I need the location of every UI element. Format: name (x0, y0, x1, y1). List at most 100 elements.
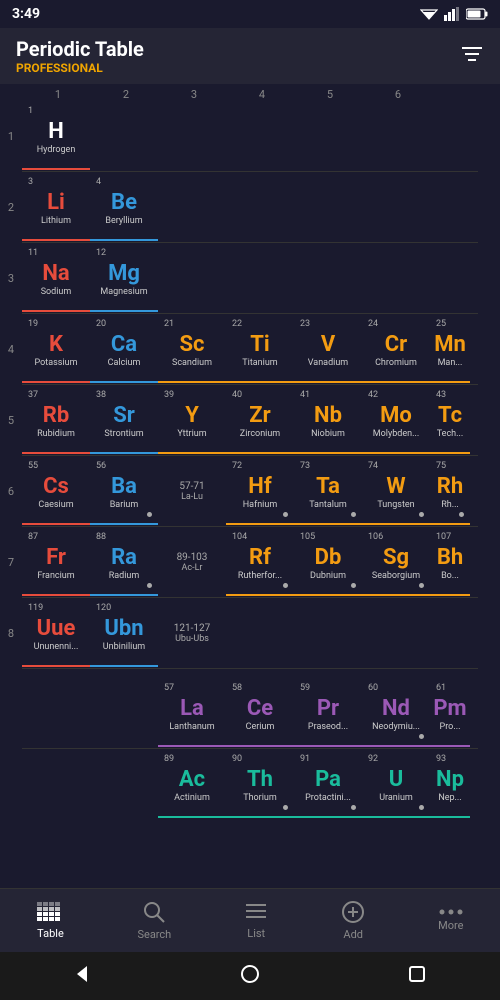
element-Ca[interactable]: 20 Ca Calcium (90, 315, 158, 383)
list-nav-icon (244, 901, 268, 923)
actinide-cells: 89 Ac Actinium 90 Th Thorium 91 Pa Prota… (158, 750, 500, 818)
row-num-8: 8 (0, 627, 22, 640)
period-row-6: 6 55 Cs Caesium 56 Ba Barium 57-71 La-Lu… (0, 457, 500, 525)
dot-Rh (459, 512, 464, 517)
element-Th[interactable]: 90 Th Thorium (226, 750, 294, 818)
actinide-span: 89-103 Ac-Lr (158, 528, 226, 596)
element-Pr[interactable]: 59 Pr Praseod... (294, 679, 362, 747)
nav-add-label: Add (343, 928, 363, 941)
battery-icon (466, 8, 488, 20)
element-Pm[interactable]: 61 Pm Pro... (430, 679, 470, 747)
element-Sg[interactable]: 106 Sg Seaborgium (362, 528, 430, 596)
dot-Ta (351, 512, 356, 517)
dot-W (419, 512, 424, 517)
element-Tc[interactable]: 43 Tc Tech... (430, 386, 470, 454)
filter-button[interactable] (460, 44, 484, 69)
nav-list[interactable]: List (244, 901, 268, 940)
more-nav-icon (439, 909, 463, 915)
element-Na[interactable]: 11 Na Sodium (22, 244, 90, 312)
element-Ubn[interactable]: 120 Ubn Unbinilium (90, 599, 158, 667)
element-Ti[interactable]: 22 Ti Titanium (226, 315, 294, 383)
nav-search[interactable]: Search (137, 900, 171, 941)
col-6: 6 (364, 88, 432, 101)
element-Rb[interactable]: 37 Rb Rubidium (22, 386, 90, 454)
element-Uue[interactable]: 119 Uue Ununenni... (22, 599, 90, 667)
element-Ba[interactable]: 56 Ba Barium (90, 457, 158, 525)
row-cells-3: 11 Na Sodium 12 Mg Magnesium (22, 244, 500, 312)
home-button[interactable] (240, 964, 260, 989)
element-V[interactable]: 23 V Vanadium (294, 315, 362, 383)
col-1: 1 (24, 88, 92, 101)
row-num-3: 3 (0, 272, 22, 285)
element-Mo[interactable]: 42 Mo Molybden... (362, 386, 430, 454)
status-bar: 3:49 (0, 0, 500, 28)
element-Rh[interactable]: 75 Rh Rh... (430, 457, 470, 525)
row-cells-6: 55 Cs Caesium 56 Ba Barium 57-71 La-Lu 7… (22, 457, 500, 525)
column-headers: 1 2 3 4 5 6 (22, 88, 500, 101)
app-title-block: Periodic Table PROFESSIONAL (16, 37, 144, 75)
element-Mg[interactable]: 12 Mg Magnesium (90, 244, 158, 312)
row-num-7: 7 (0, 556, 22, 569)
element-Pa[interactable]: 91 Pa Protactini... (294, 750, 362, 818)
element-Nb[interactable]: 41 Nb Niobium (294, 386, 362, 454)
lanthanide-cells: 57 La Lanthanum 58 Ce Cerium 59 Pr Prase… (158, 679, 500, 747)
back-button[interactable] (73, 964, 93, 989)
element-Sc[interactable]: 21 Sc Scandium (158, 315, 226, 383)
dot-Ba (147, 512, 152, 517)
element-K[interactable]: 19 K Potassium (22, 315, 90, 383)
element-Y[interactable]: 39 Y Yttrium (158, 386, 226, 454)
element-Ce[interactable]: 58 Ce Cerium (226, 679, 294, 747)
element-Ra[interactable]: 88 Ra Radium (90, 528, 158, 596)
row-cells-8: 119 Uue Ununenni... 120 Ubn Unbinilium 1… (22, 599, 500, 667)
nav-more-label: More (438, 919, 463, 932)
element-Ac[interactable]: 89 Ac Actinium (158, 750, 226, 818)
element-Rf[interactable]: 104 Rf Rutherfor... (226, 528, 294, 596)
period-row-3: 3 11 Na Sodium 12 Mg Magnesium (0, 244, 500, 312)
element-Db[interactable]: 105 Db Dubnium (294, 528, 362, 596)
element-Nd[interactable]: 60 Nd Neodymiu... (362, 679, 430, 747)
element-Bh[interactable]: 107 Bh Bo... (430, 528, 470, 596)
element-La[interactable]: 57 La Lanthanum (158, 679, 226, 747)
actinide-row: 89 Ac Actinium 90 Th Thorium 91 Pa Prota… (0, 750, 500, 818)
element-Np[interactable]: 93 Np Nep... (430, 750, 470, 818)
nav-table[interactable]: Table (36, 901, 64, 940)
row-cells-4: 19 K Potassium 20 Ca Calcium 21 Sc Scand… (22, 315, 500, 383)
element-H[interactable]: 1 H Hydrogen (22, 102, 90, 170)
nav-more[interactable]: More (438, 909, 463, 932)
element-Be[interactable]: 4 Be Beryllium (90, 173, 158, 241)
top-bar: Periodic Table PROFESSIONAL (0, 28, 500, 84)
element-Sr[interactable]: 38 Sr Strontium (90, 386, 158, 454)
add-nav-icon (341, 900, 365, 924)
signal-icon (444, 7, 460, 21)
element-Cr[interactable]: 24 Cr Chromium (362, 315, 430, 383)
row-num-1: 1 (0, 130, 22, 143)
dot-Sg (419, 583, 424, 588)
recents-button[interactable] (407, 964, 427, 989)
element-Ta[interactable]: 73 Ta Tantalum (294, 457, 362, 525)
nav-search-label: Search (137, 928, 171, 941)
dot-Th (283, 805, 288, 810)
row-cells-5: 37 Rb Rubidium 38 Sr Strontium 39 Y Yttr… (22, 386, 500, 454)
col-2: 2 (92, 88, 160, 101)
ubu-span: 121-127 Ubu-Ubs (158, 599, 226, 667)
element-Fr[interactable]: 87 Fr Francium (22, 528, 90, 596)
period-row-4: 4 19 K Potassium 20 Ca Calcium 21 Sc Sca… (0, 315, 500, 383)
search-nav-icon (142, 900, 166, 924)
period-row-2: 2 3 Li Lithium 4 Be Beryllium (0, 173, 500, 241)
app-title: Periodic Table (16, 37, 144, 61)
element-Cs[interactable]: 55 Cs Caesium (22, 457, 90, 525)
lanthanide-row: 57 La Lanthanum 58 Ce Cerium 59 Pr Prase… (0, 679, 500, 747)
element-Zr[interactable]: 40 Zr Zirconium (226, 386, 294, 454)
dot-U (419, 805, 424, 810)
element-U[interactable]: 92 U Uranium (362, 750, 430, 818)
dot-Rf (283, 583, 288, 588)
element-Li[interactable]: 3 Li Lithium (22, 173, 90, 241)
nav-add[interactable]: Add (341, 900, 365, 941)
element-W[interactable]: 74 W Tungsten (362, 457, 430, 525)
period-row-7: 7 87 Fr Francium 88 Ra Radium 89-103 Ac-… (0, 528, 500, 596)
element-Hf[interactable]: 72 Hf Hafnium (226, 457, 294, 525)
row-cells-7: 87 Fr Francium 88 Ra Radium 89-103 Ac-Lr… (22, 528, 500, 596)
element-Mn[interactable]: 25 Mn Man... (430, 315, 470, 383)
col-5: 5 (296, 88, 364, 101)
col-3: 3 (160, 88, 228, 101)
